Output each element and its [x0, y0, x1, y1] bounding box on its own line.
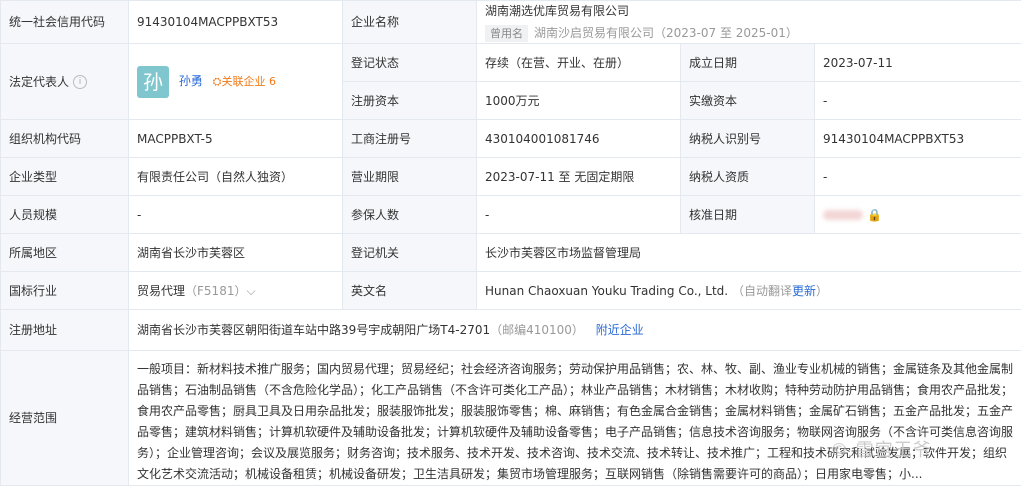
- label-company-type: 企业类型: [1, 158, 129, 196]
- value-staff-size: -: [129, 196, 343, 234]
- value-company-type: 有限责任公司（自然人独资）: [129, 158, 343, 196]
- industry-code: （F5181）: [185, 284, 246, 298]
- value-paid-capital: -: [815, 82, 1021, 120]
- info-icon[interactable]: i: [73, 75, 87, 89]
- value-taxpayer-qual: -: [815, 158, 1021, 196]
- former-name-tag: 曾用名: [485, 25, 528, 42]
- value-region: 湖南省长沙市芙蓉区: [129, 234, 343, 272]
- nearby-companies-link[interactable]: 附近企业: [596, 323, 644, 337]
- value-industry: 贸易代理: [137, 284, 185, 298]
- postcode: （邮编410100）: [490, 323, 584, 337]
- label-insured: 参保人数: [343, 196, 477, 234]
- label-legal-rep: 法定代表人 i: [1, 44, 129, 120]
- value-org-code: MACPPBXT-5: [129, 120, 343, 158]
- value-reg-status: 存续（在营、开业、在册）: [477, 44, 681, 82]
- blurred-value: [823, 210, 863, 220]
- en-name-cell: Hunan Chaoxuan Youku Trading Co., Ltd. （…: [477, 272, 1021, 310]
- auto-translate-note: （自动翻译: [732, 284, 792, 298]
- related-companies-badge[interactable]: ⛭关联企业 6: [213, 75, 276, 88]
- label-taxpayer-id: 纳税人识别号: [681, 120, 815, 158]
- label-credit-code: 统一社会信用代码: [1, 1, 129, 44]
- value-reg-capital: 1000万元: [477, 82, 681, 120]
- label-legal-rep-text: 法定代表人: [9, 75, 69, 89]
- value-credit-code[interactable]: 91430104MACPPBXT53: [129, 1, 343, 44]
- value-biz-reg-no: 430104001081746: [477, 120, 681, 158]
- avatar[interactable]: 孙: [137, 66, 169, 98]
- value-taxpayer-id: 91430104MACPPBXT53: [815, 120, 1021, 158]
- legal-rep-link[interactable]: 孙勇: [179, 74, 203, 88]
- value-en-name: Hunan Chaoxuan Youku Trading Co., Ltd.: [485, 284, 728, 298]
- label-industry: 国标行业: [1, 272, 129, 310]
- label-region: 所属地区: [1, 234, 129, 272]
- label-reg-authority: 登记机关: [343, 234, 477, 272]
- industry-cell[interactable]: 贸易代理（F5181）⌵: [129, 272, 343, 310]
- value-scope: 一般项目：新材料技术推广服务；国内贸易代理；贸易经纪；社会经济咨询服务；劳动保护…: [129, 351, 1021, 486]
- label-found-date: 成立日期: [681, 44, 815, 82]
- label-biz-term: 营业期限: [343, 158, 477, 196]
- label-reg-capital: 注册资本: [343, 82, 477, 120]
- label-org-code: 组织机构代码: [1, 120, 129, 158]
- label-reg-status: 登记状态: [343, 44, 477, 82]
- company-info-table: 统一社会信用代码 91430104MACPPBXT53 企业名称 湖南潮选优库贸…: [0, 0, 1021, 486]
- related-count: 6: [269, 75, 276, 88]
- auto-translate-note-close: ）: [816, 284, 828, 298]
- value-address: 湖南省长沙市芙蓉区朝阳街道车站中路39号宇成朝阳广场T4-2701: [137, 323, 490, 337]
- related-label: 关联企业: [221, 75, 265, 88]
- label-scope: 经营范围: [1, 351, 129, 486]
- company-name-cell: 湖南潮选优库贸易有限公司 曾用名湖南沙启贸易有限公司（2023-07 至 202…: [477, 1, 1021, 44]
- update-link[interactable]: 更新: [792, 284, 816, 298]
- value-insured: -: [477, 196, 681, 234]
- former-name: 曾用名湖南沙启贸易有限公司（2023-07 至 2025-01）: [485, 23, 1013, 43]
- watermark: © 雪宫王爷: [830, 436, 932, 462]
- address-cell: 湖南省长沙市芙蓉区朝阳街道车站中路39号宇成朝阳广场T4-2701（邮编4101…: [129, 310, 1021, 351]
- label-paid-capital: 实缴资本: [681, 82, 815, 120]
- value-reg-authority: 长沙市芙蓉区市场监督管理局: [477, 234, 1021, 272]
- lock-icon: 🔒: [867, 208, 882, 222]
- value-biz-term: 2023-07-11 至 无固定期限: [477, 158, 681, 196]
- chevron-down-icon[interactable]: ⌵: [246, 284, 255, 298]
- former-name-value: 湖南沙启贸易有限公司（2023-07 至 2025-01）: [534, 26, 798, 40]
- value-found-date: 2023-07-11: [815, 44, 1021, 82]
- label-biz-reg-no: 工商注册号: [343, 120, 477, 158]
- label-staff-size: 人员规模: [1, 196, 129, 234]
- label-address: 注册地址: [1, 310, 129, 351]
- label-taxpayer-qual: 纳税人资质: [681, 158, 815, 196]
- label-approve-date: 核准日期: [681, 196, 815, 234]
- label-en-name: 英文名: [343, 272, 477, 310]
- label-company-name: 企业名称: [343, 1, 477, 44]
- value-company-name[interactable]: 湖南潮选优库贸易有限公司: [485, 1, 1013, 21]
- legal-rep-cell: 孙 孙勇 ⛭关联企业 6: [129, 44, 343, 120]
- value-approve-date[interactable]: 🔒: [815, 196, 1021, 234]
